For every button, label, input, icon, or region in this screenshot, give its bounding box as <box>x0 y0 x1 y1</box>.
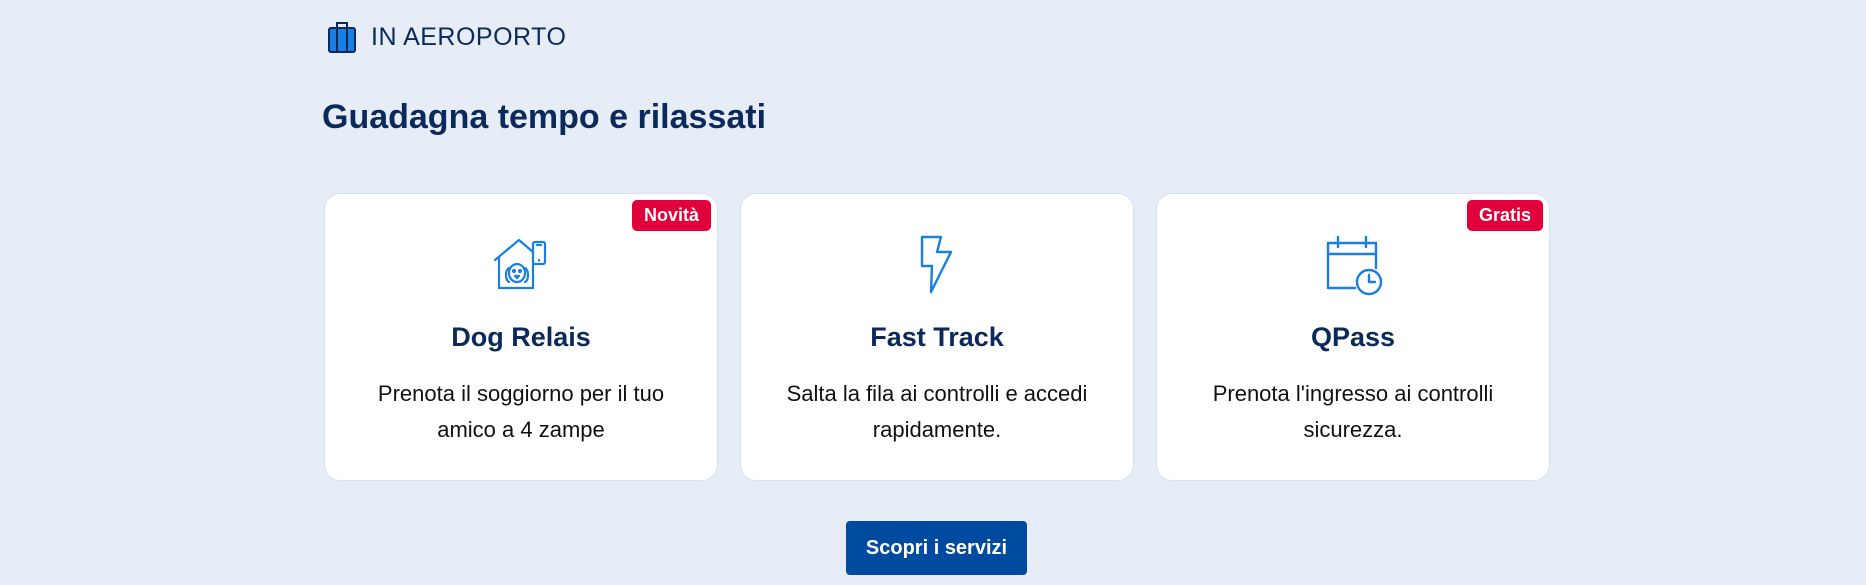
card-description: Prenota il soggiorno per il tuo amico a … <box>377 381 665 442</box>
card-title: Dog Relais <box>451 322 591 352</box>
card-fast-track[interactable]: Fast Track Salta la fila ai controlli e … <box>740 193 1134 481</box>
card-title: Fast Track <box>870 322 1004 352</box>
lightning-icon <box>905 232 969 296</box>
section-header-label: IN AEROPORTO <box>371 22 567 51</box>
free-badge: Gratis <box>1466 200 1543 231</box>
luggage-icon <box>325 20 359 54</box>
calendar-clock-icon <box>1321 232 1385 296</box>
new-badge: Novità <box>631 200 711 231</box>
card-title: QPass <box>1310 322 1396 352</box>
service-cards: Novità Dog Relais Prenota il soggiorno p… <box>324 193 1550 481</box>
page-title: Guadagna tempo e rilassati <box>322 98 767 136</box>
dog-house-icon <box>489 232 553 296</box>
card-dog-relais[interactable]: Novità Dog Relais Prenota il soggiorno p… <box>324 193 718 481</box>
card-description: Salta la fila ai controlli e accedi rapi… <box>786 381 1088 442</box>
card-description: Prenota l'ingresso ai controlli sicurezz… <box>1212 381 1494 442</box>
card-qpass[interactable]: Gratis QPass Prenota l'ingresso ai contr… <box>1156 193 1550 481</box>
section-header: IN AEROPORTO <box>325 20 566 54</box>
discover-services-button[interactable]: Scopri i servizi <box>846 521 1027 575</box>
